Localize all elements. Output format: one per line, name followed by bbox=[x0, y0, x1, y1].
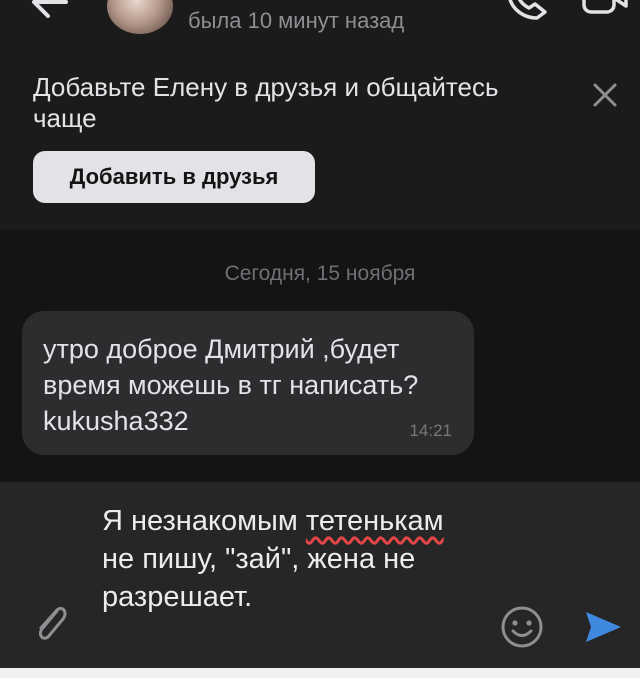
last-seen-status: была 10 минут назад bbox=[188, 8, 405, 33]
phone-icon[interactable] bbox=[503, 0, 549, 22]
message-input[interactable]: Я незнакомым тетенькам не пишу, "зай", ж… bbox=[102, 502, 482, 616]
video-camera-icon[interactable] bbox=[576, 0, 630, 22]
paperclip-icon[interactable] bbox=[30, 601, 70, 645]
bottom-edge bbox=[0, 668, 640, 678]
close-icon[interactable] bbox=[590, 80, 620, 110]
message-time: 14:21 bbox=[409, 421, 452, 440]
back-arrow-icon[interactable] bbox=[26, 0, 74, 22]
misspelled-word[interactable]: тетенькам bbox=[306, 505, 444, 537]
incoming-message-bubble[interactable]: утро доброе Дмитрий ,будет время можешь … bbox=[22, 311, 474, 455]
add-friend-button[interactable]: Добавить в друзья bbox=[33, 151, 315, 203]
emoji-icon[interactable] bbox=[499, 604, 545, 650]
add-friend-prompt: Добавьте Елену в друзья и общайтесь чаще bbox=[33, 72, 499, 133]
message-text: утро доброе Дмитрий ,будет время можешь … bbox=[43, 334, 419, 436]
date-separator: Сегодня, 15 ноября bbox=[224, 262, 416, 285]
input-text-end: не пишу, "зай", жена не разрешает. bbox=[102, 543, 416, 613]
input-text-start: Я незнакомым bbox=[102, 505, 306, 537]
send-icon[interactable] bbox=[582, 608, 624, 646]
